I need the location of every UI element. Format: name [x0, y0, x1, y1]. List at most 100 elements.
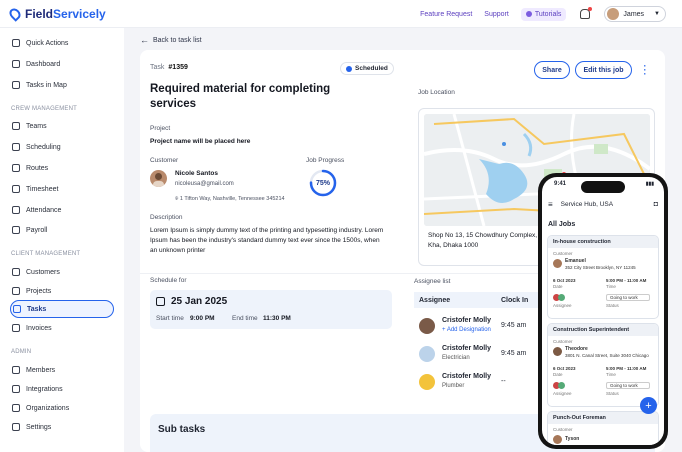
tutorials-button[interactable]: Tutorials [520, 7, 567, 21]
invoice-icon [12, 324, 20, 332]
battery-icon: ▮▮▮ [645, 181, 654, 187]
user-menu[interactable]: James ▼ [604, 6, 666, 22]
job-date: 6 Oct 2023 [553, 278, 576, 283]
add-designation-link[interactable]: + Add Designation [442, 327, 491, 333]
attendance-icon [12, 206, 20, 214]
avatar [553, 347, 562, 356]
sidebar-item-routes[interactable]: Routes [10, 159, 114, 177]
sidebar-item-label: Tasks in Map [26, 81, 67, 89]
hamburger-menu-icon[interactable]: ≡ [548, 200, 553, 209]
sidebar-item-settings[interactable]: Settings [10, 418, 114, 436]
description-text: Lorem Ipsum is simply dummy text of the … [150, 227, 384, 254]
status-select[interactable]: Going to work [606, 294, 650, 301]
phone-header: ≡ Service Hub, USA ◘ [542, 195, 664, 213]
sidebar-item-payroll[interactable]: Payroll [10, 221, 114, 239]
status-label: Status [606, 391, 619, 396]
sidebar-item-quick-actions[interactable]: Quick Actions [10, 34, 114, 52]
sidebar-item-label: Teams [26, 122, 47, 130]
chevron-down-icon: ▼ [654, 11, 660, 17]
sidebar-item-label: Scheduling [26, 143, 61, 151]
date-label: Date [553, 372, 563, 377]
integrations-icon [12, 385, 20, 393]
job-card[interactable]: Punch-Out Foreman Customer Tyson [547, 411, 659, 445]
time-label: Time [606, 372, 616, 377]
sidebar-item-dashboard[interactable]: Dashboard [10, 55, 114, 73]
phone-time: 9:41 [554, 181, 567, 187]
job-card[interactable]: In-house construction Customer Emanuel 3… [547, 235, 659, 319]
phone-screen: 9:41 ▮▮▮ ≡ Service Hub, USA ◘ All Jobs I… [542, 177, 664, 445]
sidebar-item-tasks-in-map[interactable]: Tasks in Map [10, 76, 114, 94]
sidebar-item-label: Timesheet [26, 185, 59, 193]
sidebar-item-scheduling[interactable]: Scheduling [10, 138, 114, 156]
avatar [419, 346, 435, 362]
status-dot-icon [346, 65, 352, 72]
sidebar-item-label: Organizations [26, 404, 70, 412]
sidebar-item-label: Attendance [26, 206, 62, 214]
assignee-name: Cristofer Molly [442, 373, 492, 380]
assignee-designation: Electrician [442, 355, 470, 361]
avatar [607, 8, 620, 20]
add-job-button[interactable]: + [640, 397, 657, 414]
sidebar-item-label: Dashboard [26, 60, 61, 68]
avatar [558, 294, 565, 301]
status-label: Scheduled [355, 65, 388, 72]
timesheet-icon [12, 185, 20, 193]
top-bar: Field Servicely Feature Request Support T… [0, 0, 682, 28]
folder-icon [12, 287, 20, 295]
col-clock-in: Clock In [501, 296, 529, 304]
avatar [553, 435, 562, 444]
project-label: Project [150, 125, 171, 132]
clock-in-time: 9:45 am [501, 322, 527, 329]
sidebar-item-members[interactable]: Members [10, 361, 114, 379]
job-card-title: Punch-Out Foreman [548, 412, 658, 424]
assignee-name: Cristofer Molly [442, 317, 492, 324]
calendar-icon [156, 297, 165, 306]
sidebar-item-projects[interactable]: Projects [10, 282, 114, 300]
customer-name: Nicole Santos [175, 170, 218, 177]
more-options-icon[interactable]: · · · [643, 62, 647, 79]
sidebar-item-label: Payroll [26, 226, 48, 234]
avatar [419, 374, 435, 390]
section-crew-management: CREW MANAGEMENT [11, 106, 77, 112]
sidebar-item-invoices[interactable]: Invoices [10, 319, 114, 337]
route-icon [12, 164, 20, 172]
date-label: Date [553, 284, 563, 289]
team-icon [12, 122, 20, 130]
status-label: Status [606, 303, 619, 308]
sub-tasks-heading: Sub tasks [158, 424, 206, 435]
bell-icon[interactable]: ◘ [654, 201, 658, 208]
assignee-label: Assignee [553, 303, 572, 308]
sidebar-item-integrations[interactable]: Integrations [10, 380, 114, 398]
job-address: 3801 N. Canal Street, Suite 3040 Chicago [565, 353, 649, 358]
user-name: James [623, 10, 645, 18]
brand-name-part2: Servicely [53, 6, 106, 21]
task-label: Task [150, 64, 165, 71]
phone-hub-title: Service Hub, USA [560, 200, 614, 208]
share-button[interactable]: Share [534, 61, 570, 79]
mobile-phone-mockup: 9:41 ▮▮▮ ≡ Service Hub, USA ◘ All Jobs I… [538, 173, 668, 449]
sidebar-item-teams[interactable]: Teams [10, 117, 114, 135]
feature-request-link[interactable]: Feature Request [420, 11, 472, 18]
bell-icon[interactable] [580, 7, 593, 19]
sidebar-item-customers[interactable]: Customers [10, 263, 114, 281]
sidebar-item-organizations[interactable]: Organizations [10, 399, 114, 417]
sidebar-item-timesheet[interactable]: Timesheet [10, 180, 114, 198]
location-pin-icon [7, 5, 23, 22]
page-title: Required material for completing service… [150, 83, 331, 110]
job-location-address: Shop No 13, 15 Chowdhury Complex, 113 Kh… [428, 232, 550, 249]
brand-logo[interactable]: Field Servicely [7, 5, 106, 22]
pin-icon: ⌾ [175, 196, 179, 202]
support-link[interactable]: Support [484, 11, 509, 18]
status-select[interactable]: Going to work [606, 382, 650, 389]
sidebar-item-label: Settings [26, 423, 52, 431]
back-to-task-list-link[interactable]: ← Back to task list [140, 35, 202, 45]
job-card[interactable]: Construction Superintendent Customer The… [547, 323, 659, 407]
app-window: Field Servicely Feature Request Support T… [0, 0, 682, 452]
calendar-icon [12, 143, 20, 151]
sidebar-item-attendance[interactable]: Attendance [10, 201, 114, 219]
edit-job-button[interactable]: Edit this job [575, 61, 632, 79]
sidebar-item-tasks[interactable]: Tasks [10, 300, 114, 318]
job-customer: Tyson [565, 436, 580, 442]
back-label: Back to task list [153, 36, 202, 44]
job-card-title: In-house construction [548, 236, 658, 248]
